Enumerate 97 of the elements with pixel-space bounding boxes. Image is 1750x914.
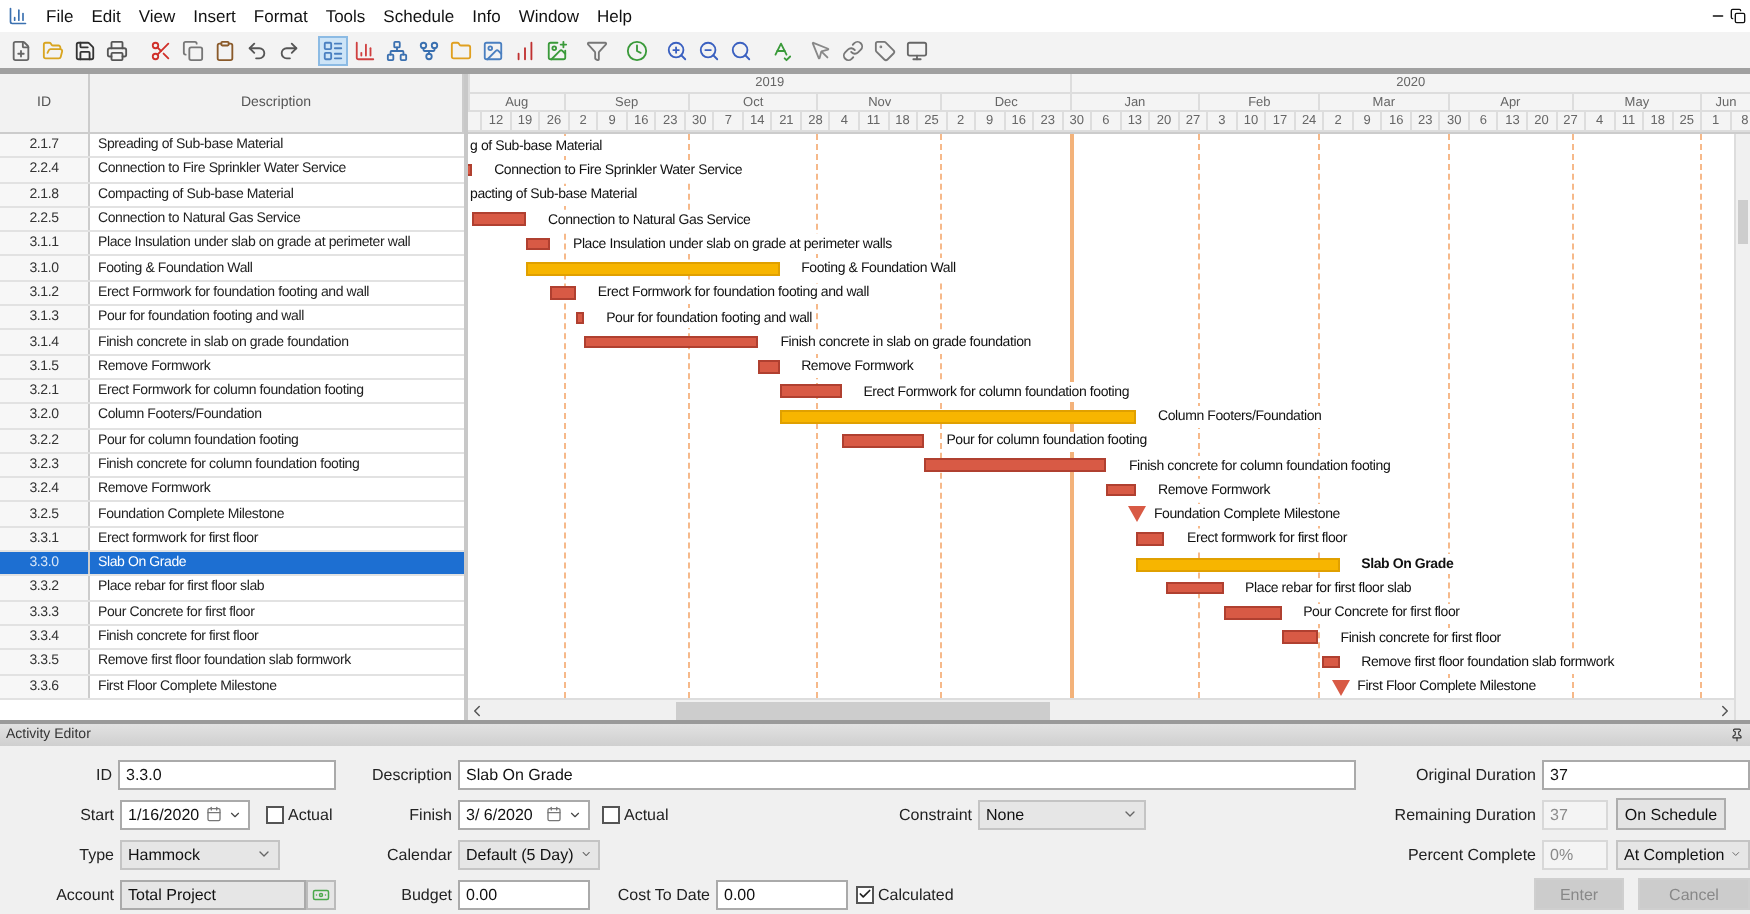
calendar-icon [546,806,562,822]
task-bar [575,311,585,325]
checkbox-label: Calculated [878,885,954,903]
milestone-icon [1127,506,1146,523]
task-bar [1165,581,1224,595]
column-chart-icon[interactable] [512,37,538,63]
dropdown[interactable]: Default (5 Day) [458,839,600,869]
checkbox-label: Actual [624,805,669,823]
date-field[interactable]: 1/16/2020 [120,799,250,829]
task-bar [841,434,925,448]
menu-item[interactable]: Window [518,6,580,26]
budget-field[interactable]: 0.00 [458,879,590,909]
task-bar [758,360,780,374]
zoom-in-icon[interactable] [664,37,690,63]
zoom-out-icon[interactable] [696,37,722,63]
money-icon [312,885,330,903]
screen-icon[interactable] [904,37,930,63]
paste-icon[interactable] [212,37,238,63]
task-bar [1322,655,1340,669]
caret-icon [1730,846,1742,862]
field-label: Constraint [897,805,972,823]
task-bar [1223,606,1282,620]
menu-item[interactable]: Help [597,6,633,26]
pointer-icon[interactable] [808,37,834,63]
cut-icon[interactable] [148,37,174,63]
description-field[interactable]: Slab On Grade [458,759,1356,789]
dropdown[interactable]: None [978,799,1146,829]
new-file-icon[interactable] [8,37,34,63]
field-label: Original Duration [1413,765,1536,783]
bar-chart-icon[interactable] [352,37,378,63]
save-icon[interactable] [72,37,98,63]
field-label: Percent Complete [1405,845,1536,863]
add-picture-icon[interactable] [544,37,570,63]
pin-icon[interactable] [1730,728,1744,742]
task-bar [1135,532,1165,546]
checkbox-label: Actual [288,805,333,823]
on-schedule-button[interactable]: On Schedule [1616,798,1726,830]
checkbox[interactable] [266,805,284,823]
cost-field[interactable]: 0.00 [716,879,848,909]
list-view-icon[interactable] [320,37,346,63]
scrollbar-thumb[interactable] [676,701,1050,719]
link-icon[interactable] [840,37,866,63]
caret-icon [228,807,242,821]
checkbox[interactable] [856,885,874,903]
undo-icon[interactable] [244,37,270,63]
hierarchy-icon[interactable] [384,37,410,63]
account-field[interactable]: Total Project [120,879,306,909]
caret-icon [579,846,592,862]
field-label: Account [54,885,114,903]
copy-icon[interactable] [180,37,206,63]
field-label: Cost To Date [615,885,710,903]
field-label: Budget [399,885,452,903]
calendar-icon [206,806,222,822]
field-label: Remaining Duration [1392,805,1536,823]
task-bar [526,237,551,251]
redo-icon[interactable] [276,37,302,63]
dropdown[interactable]: Hammock [120,839,280,869]
restore-icon[interactable] [1730,8,1746,24]
menu-item[interactable]: Tools [325,6,366,26]
id-field[interactable]: 3.3.0 [118,759,336,789]
menu-item[interactable]: Insert [193,6,236,26]
caret-icon [256,846,272,862]
dropdown[interactable]: At Completion [1616,839,1750,869]
vertical-scrollbar[interactable] [1734,134,1750,720]
menu-item[interactable]: Info [472,6,501,26]
scroll-left-icon[interactable] [468,701,486,719]
field-label: Finish [407,805,452,823]
date-field[interactable]: 3/ 6/2020 [458,799,590,829]
branch-icon[interactable] [416,37,442,63]
field-label: Calendar [385,845,452,863]
task-bar [550,286,576,300]
menu-item[interactable]: Schedule [383,6,455,26]
menu-item[interactable]: Edit [91,6,121,26]
money-button[interactable] [306,879,336,909]
field-label: ID [94,765,112,783]
field-label: Type [77,845,114,863]
clock-icon[interactable] [624,37,650,63]
task-bar [1281,630,1319,644]
print-icon[interactable] [104,37,130,63]
field-label: Start [78,805,114,823]
caret-icon [568,807,582,821]
app-icon [8,6,28,26]
filter-icon[interactable] [584,37,610,63]
menu-item[interactable]: View [138,6,176,26]
search-icon[interactable] [728,37,754,63]
picture-icon[interactable] [480,37,506,63]
field-label: Description [369,765,452,783]
scroll-right-icon[interactable] [1716,701,1734,719]
menu-item[interactable]: File [46,6,74,26]
checkbox[interactable] [602,805,620,823]
menu-item[interactable]: Format [253,6,308,26]
tag-icon[interactable] [872,37,898,63]
caret-icon [1122,806,1138,822]
task-bar [779,384,842,398]
task-bar [472,212,527,226]
duration-field[interactable]: 37 [1542,759,1750,789]
task-bar [1106,483,1136,497]
